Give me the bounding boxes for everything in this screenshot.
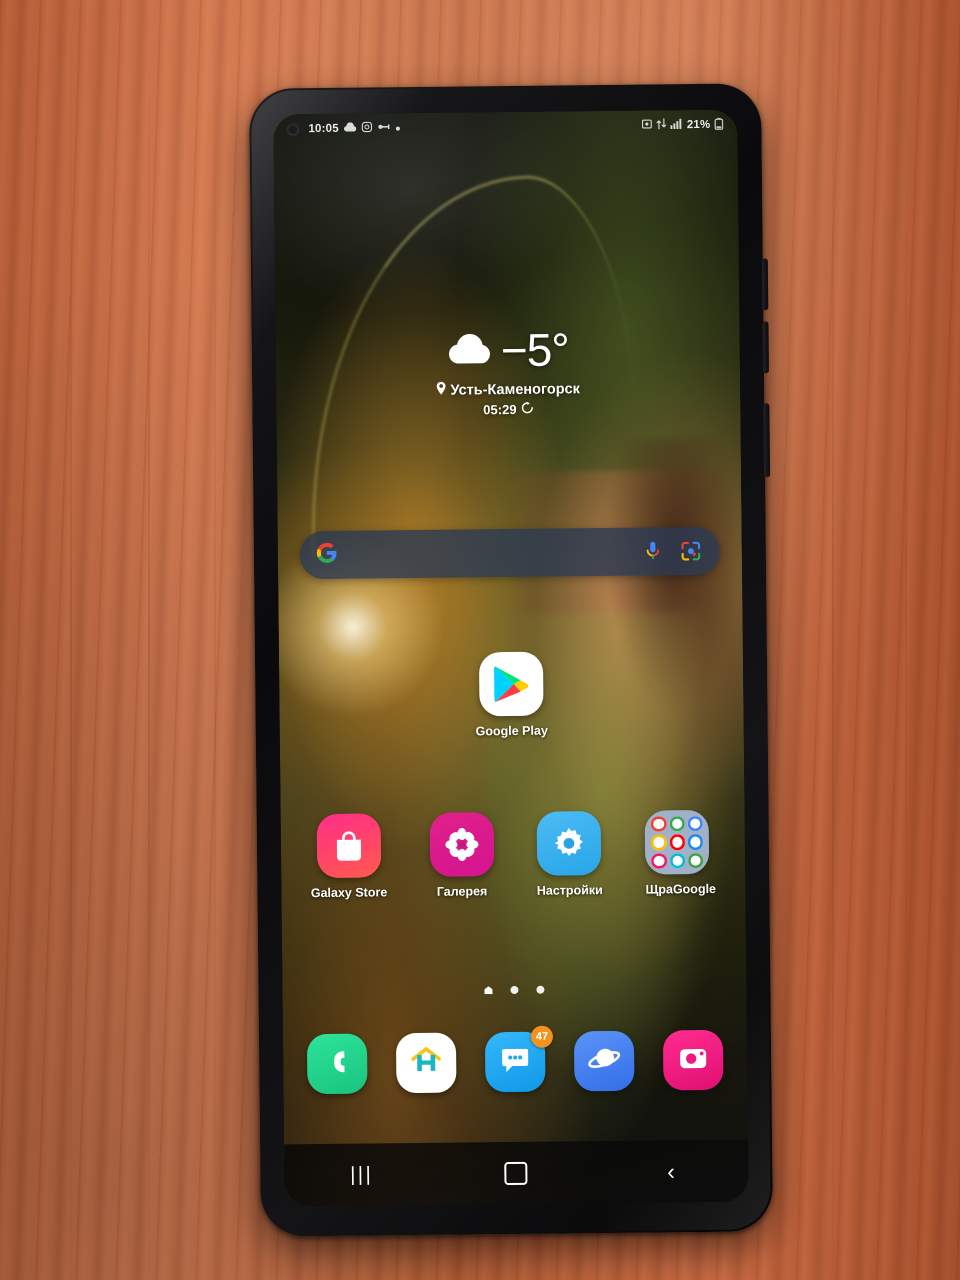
weather-widget[interactable]: −5° Усть-Каменогорск 05:29 xyxy=(276,323,741,420)
folder-mini-app-icon xyxy=(650,816,667,832)
dock-item-phone[interactable] xyxy=(307,1033,368,1095)
wood-grain-line xyxy=(70,0,72,1280)
app-icon-google-play[interactable]: Google Play xyxy=(465,651,558,739)
recents-label: ||| xyxy=(350,1162,374,1186)
app-grid-row: Galaxy Store Галерея Настройки ЩраGoogle xyxy=(289,809,738,901)
folder-mini-app-icon xyxy=(651,853,667,869)
app-label: Галерея xyxy=(436,884,488,899)
google-g-icon xyxy=(316,541,338,568)
home-h-icon xyxy=(409,1043,443,1082)
front-camera-punch-hole xyxy=(287,123,299,135)
cloud-icon xyxy=(447,332,493,369)
power-button[interactable] xyxy=(763,403,771,478)
volume-down-button[interactable] xyxy=(762,321,770,374)
location-pin-icon xyxy=(436,381,446,399)
refresh-icon[interactable] xyxy=(521,401,533,417)
navigation-bar: ||| ‹ xyxy=(284,1139,749,1207)
smartphone-device: 10:05 21% −5° Усть-Каменогорск 05:29 Goo… xyxy=(249,83,773,1237)
weather-temperature: −5° xyxy=(500,323,569,377)
gear-icon xyxy=(536,811,602,876)
home-square-icon[interactable] xyxy=(488,1153,544,1194)
app-label: Настройки xyxy=(536,883,603,898)
wood-grain-line xyxy=(905,0,907,1280)
folder-icon xyxy=(644,809,710,875)
weather-updated-time: 05:29 xyxy=(483,401,517,418)
microphone-icon[interactable] xyxy=(640,538,666,564)
weather-main-row: −5° xyxy=(276,323,740,377)
status-bar-left: 10:05 xyxy=(308,121,401,136)
wood-grain-line xyxy=(214,0,216,1280)
phone-handset-icon xyxy=(322,1046,352,1081)
search-input[interactable] xyxy=(337,542,628,564)
camera-icon xyxy=(677,1043,709,1076)
screenshot-icon xyxy=(642,118,653,132)
page-dot-home[interactable] xyxy=(484,986,492,994)
link-icon xyxy=(378,122,391,134)
folder-mini-app-icon xyxy=(687,816,703,832)
dock-item-camera[interactable] xyxy=(662,1029,724,1091)
google-search-bar[interactable] xyxy=(299,526,721,580)
chat-bubble-icon xyxy=(499,1044,531,1079)
app-icon-settings[interactable]: Настройки xyxy=(536,811,603,898)
page-dot[interactable] xyxy=(510,985,519,995)
folder-mini-app-icon xyxy=(669,816,685,832)
status-bar-right: 21% xyxy=(642,117,724,133)
dock-item-home-app[interactable] xyxy=(396,1032,457,1094)
folder-mini-app-icon xyxy=(687,852,704,869)
shopping-bag-icon xyxy=(316,813,381,879)
flower-icon xyxy=(429,812,494,877)
app-icon-gallery[interactable]: Галерея xyxy=(429,812,494,899)
signal-bars-icon xyxy=(670,118,683,132)
data-transfer-icon xyxy=(656,118,667,132)
app-folder-shragoogle[interactable]: ЩраGoogle xyxy=(644,809,717,897)
wood-grain-line xyxy=(832,0,834,1280)
battery-percentage: 21% xyxy=(686,118,711,132)
back-chevron-icon[interactable]: ‹ xyxy=(643,1151,699,1192)
cloud-icon xyxy=(344,122,357,136)
app-label: Google Play xyxy=(475,723,548,739)
folder-mini-app-icon xyxy=(651,834,667,851)
weather-city-name: Усть-Каменогорск xyxy=(450,380,580,399)
status-bar[interactable]: 10:05 21% xyxy=(273,110,737,145)
volume-up-button[interactable] xyxy=(761,258,769,311)
app-label: Galaxy Store xyxy=(310,885,388,901)
phone-screen[interactable]: 10:05 21% −5° Усть-Каменогорск 05:29 Goo… xyxy=(273,109,749,1207)
app-icon-galaxy-store[interactable]: Galaxy Store xyxy=(310,813,387,900)
dot-icon xyxy=(396,122,401,134)
weather-location: Усть-Каменогорск xyxy=(276,379,740,401)
dock-bar: 47 xyxy=(283,1025,748,1095)
recents-icon[interactable]: ||| xyxy=(334,1154,390,1195)
photo-scene: 10:05 21% −5° Усть-Каменогорск 05:29 Goo… xyxy=(0,0,960,1280)
folder-mini-app-icon xyxy=(687,834,704,850)
folder-mini-app-icon xyxy=(669,834,685,851)
status-bar-clock: 10:05 xyxy=(308,122,339,136)
notification-badge: 47 xyxy=(530,1025,554,1048)
google-lens-icon[interactable] xyxy=(678,538,704,564)
battery-low-icon xyxy=(714,117,724,132)
folder-mini-app-icon xyxy=(669,852,686,869)
instagram-icon xyxy=(362,121,373,135)
wood-grain-line xyxy=(148,0,150,1280)
dock-item-internet[interactable] xyxy=(573,1030,635,1092)
google-play-icon xyxy=(478,651,544,717)
back-label: ‹ xyxy=(667,1157,675,1184)
page-dot[interactable] xyxy=(536,985,545,994)
dock-item-messages[interactable]: 47 xyxy=(484,1025,554,1093)
app-label: ЩраGoogle xyxy=(645,881,717,897)
saturn-planet-icon xyxy=(587,1043,621,1078)
